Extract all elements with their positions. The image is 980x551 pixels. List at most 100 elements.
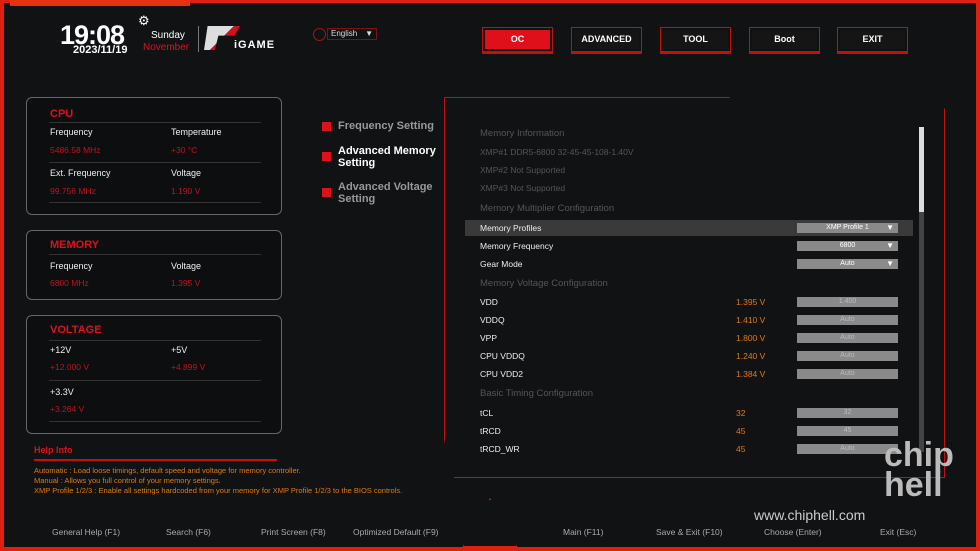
footer-general-help[interactable]: General Help (F1) — [52, 527, 120, 537]
menu-frequency-setting[interactable]: Frequency Setting — [322, 120, 434, 132]
tcl-input[interactable]: 32 — [797, 408, 898, 418]
dropdown-arrow-icon: ▼ — [886, 223, 894, 232]
divider — [198, 26, 199, 52]
footer-search[interactable]: Search (F6) — [166, 527, 211, 537]
cpu-vdd2-row[interactable]: CPU VDD2 1.384 V Auto — [465, 366, 913, 382]
language-select[interactable]: English ▼ — [327, 28, 377, 40]
footer-exit[interactable]: Exit (Esc) — [880, 527, 916, 537]
setting-label: tRCD_WR — [480, 444, 520, 454]
current-value: 32 — [736, 408, 746, 418]
menu-label: Advanced Memory — [338, 145, 436, 157]
bullet-icon — [322, 122, 331, 131]
xmp3-info: XMP#3 Not Supported — [480, 183, 566, 193]
watermark-logo: chip hell — [884, 436, 954, 504]
setting-label: VDDQ — [480, 315, 505, 325]
cpu-vddq-input[interactable]: Auto — [797, 351, 898, 361]
tab-oc[interactable]: OC — [482, 27, 553, 52]
tab-tool[interactable]: TOOL — [660, 27, 731, 52]
footer-choose[interactable]: Choose (Enter) — [764, 527, 822, 537]
tab-advanced[interactable]: ADVANCED — [571, 27, 642, 52]
current-value: 1.800 V — [736, 333, 766, 343]
footer-print-screen[interactable]: Print Screen (F8) — [261, 527, 326, 537]
tcl-row[interactable]: tCL 32 32 — [465, 405, 913, 421]
watermark-url: www.chiphell.com — [754, 507, 866, 523]
gear-mode-row[interactable]: Gear Mode Auto ▼ — [465, 256, 913, 272]
v12-value: +12.000 V — [50, 362, 89, 372]
memory-voltage-label: Voltage — [171, 261, 202, 271]
section-title: Memory Voltage Configuration — [480, 278, 608, 289]
dropdown-arrow-icon: ▼ — [886, 259, 894, 268]
vdd-row[interactable]: VDD 1.395 V 1.400 — [465, 294, 913, 310]
current-value: 45 — [736, 444, 746, 454]
igame-logo-text: iGAME — [234, 39, 276, 51]
info-row: XMP#1 DDR5-6800 32-45-45-108-1.40V — [465, 144, 913, 160]
footer-optimized-default[interactable]: Optimized Default (F9) — [353, 527, 439, 537]
v5-value: +4.899 V — [171, 362, 206, 372]
tab-boot[interactable]: Boot — [749, 27, 820, 52]
current-value: 45 — [736, 426, 746, 436]
vdd-input[interactable]: 1.400 — [797, 297, 898, 307]
footer-save-exit[interactable]: Save & Exit (F10) — [656, 527, 723, 537]
setting-label: CPU VDD2 — [480, 369, 523, 379]
cpu-voltage-label: Voltage — [171, 168, 202, 178]
menu-advanced-voltage-setting[interactable]: Advanced Voltage Setting — [322, 181, 433, 205]
menu-label: Advanced Voltage — [338, 181, 433, 193]
cpu-vdd2-input[interactable]: Auto — [797, 369, 898, 379]
menu-label: Setting — [338, 193, 376, 205]
dropdown-arrow-icon: ▼ — [886, 241, 894, 250]
v33-label: +3.3V — [50, 387, 74, 397]
globe-icon — [313, 28, 326, 41]
divider — [49, 162, 261, 163]
help-text: Automatic : Load loose timings, default … — [34, 466, 301, 475]
settings-gear-icon[interactable]: ⚙ — [138, 13, 150, 29]
current-value: 1.384 V — [736, 369, 766, 379]
tab-exit[interactable]: EXIT — [837, 27, 908, 52]
divider — [49, 421, 261, 422]
clock-day: Sunday — [151, 30, 185, 41]
memory-profiles-row[interactable]: Memory Profiles XMP Profile 1 ▼ — [465, 220, 913, 236]
vpp-row[interactable]: VPP 1.800 V Auto — [465, 330, 913, 346]
vddq-row[interactable]: VDDQ 1.410 V Auto — [465, 312, 913, 328]
cpu-panel: CPU Frequency 5486.58 MHz Temperature +3… — [26, 97, 282, 215]
cpu-vddq-row[interactable]: CPU VDDQ 1.240 V Auto — [465, 348, 913, 364]
divider — [49, 122, 261, 123]
footer-main[interactable]: Main (F11) — [563, 527, 603, 537]
help-text: XMP Profile 1/2/3 : Enable all settings … — [34, 486, 403, 495]
setting-label: VDD — [480, 297, 498, 307]
gear-mode-select[interactable]: Auto ▼ — [797, 259, 898, 269]
menu-advanced-memory-setting[interactable]: Advanced Memory Setting — [322, 145, 436, 169]
divider — [49, 380, 261, 381]
setting-label: Memory Profiles — [480, 223, 542, 233]
info-row: XMP#3 Not Supported — [465, 180, 913, 196]
vddq-input[interactable]: Auto — [797, 315, 898, 325]
section-title: Memory Information — [480, 128, 565, 139]
section-header: Basic Timing Configuration — [465, 386, 913, 402]
current-value: 1.410 V — [736, 315, 766, 325]
trcd-input[interactable]: 45 — [797, 426, 898, 436]
v33-value: +3.264 V — [50, 404, 85, 414]
scrollbar-thumb[interactable] — [919, 127, 924, 212]
section-header: Memory Information — [465, 126, 913, 142]
clock-date: 2023/11/19 — [73, 44, 128, 56]
memory-panel: MEMORY Frequency 6800 MHz Voltage 1.395 … — [26, 230, 282, 300]
trcd-wr-row[interactable]: tRCD_WR 45 Auto — [465, 441, 913, 457]
memory-profiles-select[interactable]: XMP Profile 1 ▼ — [797, 223, 898, 233]
dropdown-arrow-icon: ▼ — [365, 29, 373, 38]
vpp-input[interactable]: Auto — [797, 333, 898, 343]
memory-frequency-row[interactable]: Memory Frequency 6800 ▼ — [465, 238, 913, 254]
select-value: XMP Profile 1 — [826, 224, 869, 231]
memory-frequency-select[interactable]: 6800 ▼ — [797, 241, 898, 251]
help-title: Help Info — [34, 445, 73, 455]
cpu-title: CPU — [50, 108, 74, 120]
cpu-frequency-value: 5486.58 MHz — [50, 145, 101, 155]
emblem-icon — [462, 498, 518, 548]
cpu-voltage-value: 1.190 V — [171, 186, 201, 196]
menu-label: Setting — [338, 157, 376, 169]
xmp1-info: XMP#1 DDR5-6800 32-45-45-108-1.40V — [480, 147, 634, 157]
trcd-row[interactable]: tRCD 45 45 — [465, 423, 913, 439]
memory-title: MEMORY — [50, 239, 100, 251]
select-value: 6800 — [839, 242, 856, 249]
cpu-temperature-label: Temperature — [171, 127, 222, 137]
bullet-icon — [322, 188, 331, 197]
trcd-wr-input[interactable]: Auto — [797, 444, 898, 454]
